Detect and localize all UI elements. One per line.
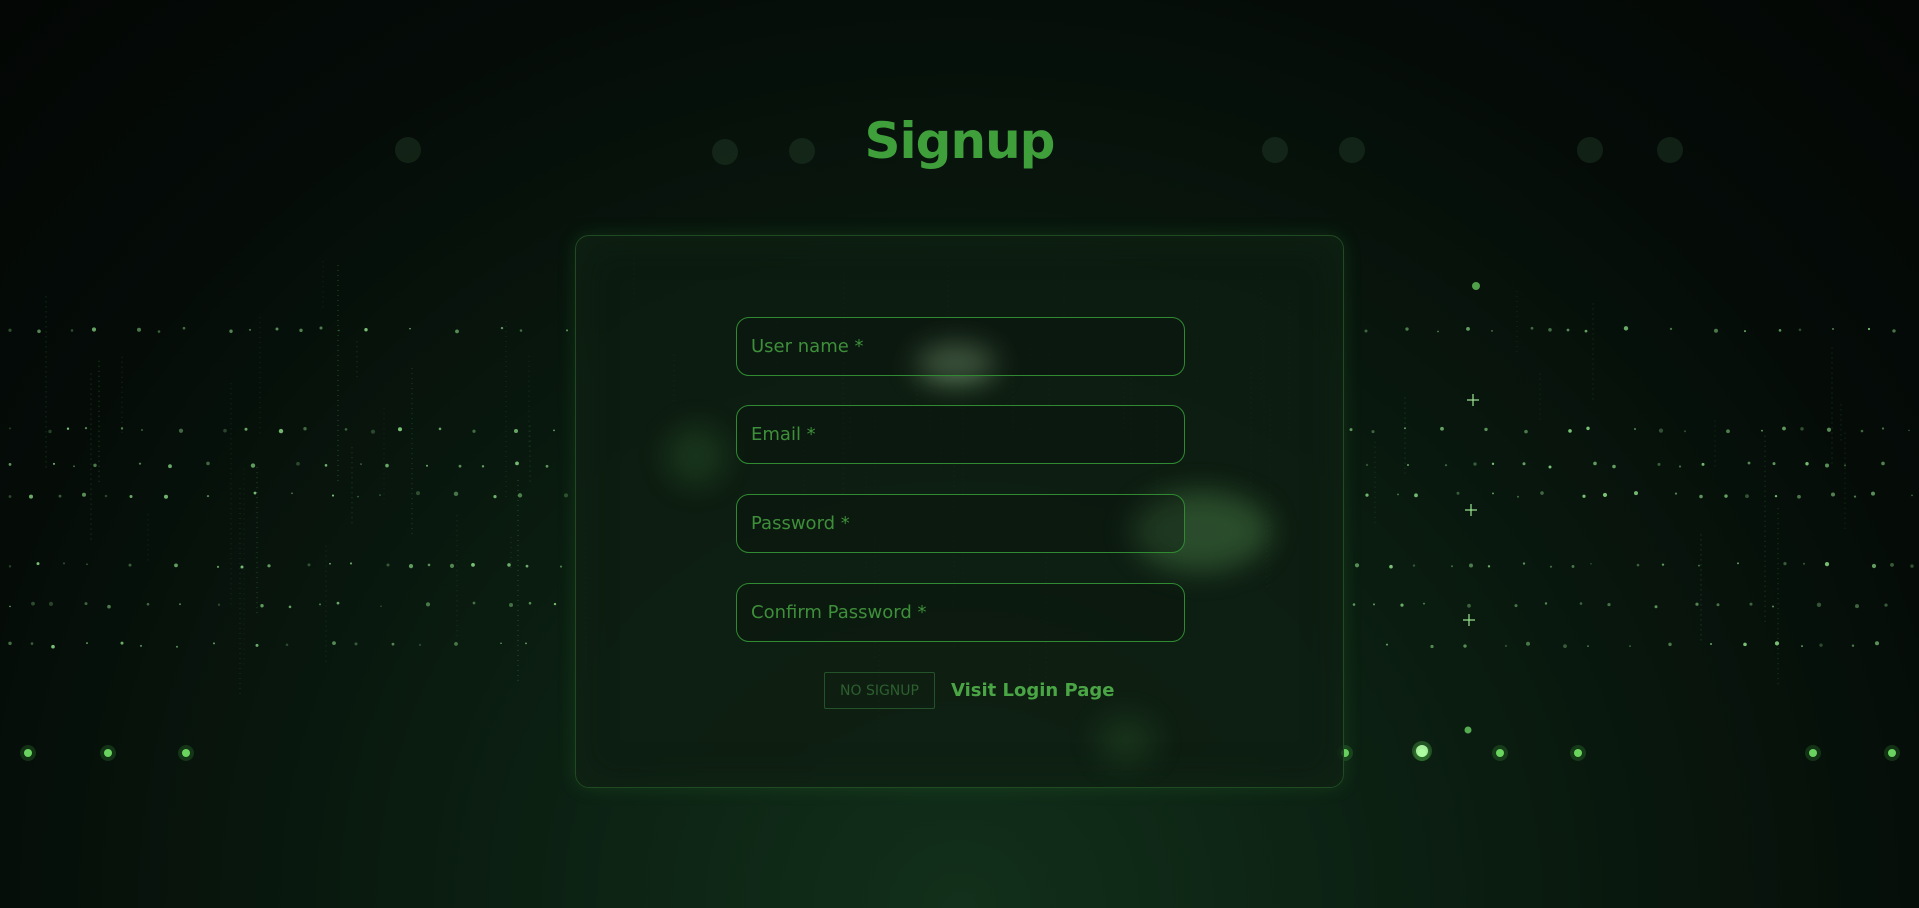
page-title: Signup	[864, 112, 1056, 170]
login-page-link[interactable]: Visit Login Page	[951, 680, 1114, 701]
card-glow-decoration	[666, 426, 726, 486]
signup-card: NO SIGNUP Visit Login Page	[575, 235, 1344, 788]
card-glow-decoration	[1096, 716, 1156, 766]
form-actions: NO SIGNUP Visit Login Page	[824, 672, 1114, 709]
password-input[interactable]	[736, 494, 1185, 553]
email-input[interactable]	[736, 405, 1185, 464]
no-signup-button[interactable]: NO SIGNUP	[824, 672, 935, 709]
confirm-password-input[interactable]	[736, 583, 1185, 642]
username-input[interactable]	[736, 317, 1185, 376]
